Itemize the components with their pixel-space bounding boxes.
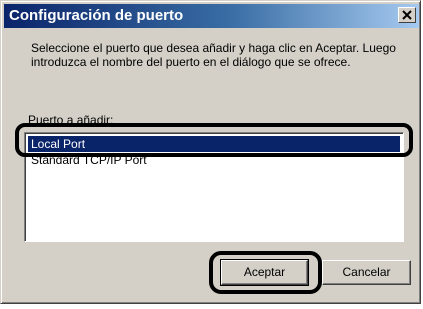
instructions-text: Seleccione el puerto que desea añadir y … [31, 41, 396, 69]
port-listbox[interactable]: Local Port Standard TCP/IP Port [24, 132, 404, 242]
close-icon [402, 10, 412, 20]
dialog-title: Configuración de puerto [9, 7, 184, 24]
port-configuration-dialog: Configuración de puerto Seleccione el pu… [0, 0, 421, 304]
title-bar[interactable]: Configuración de puerto [4, 4, 419, 28]
ok-button[interactable]: Aceptar [220, 259, 309, 286]
close-button[interactable] [398, 7, 416, 23]
list-item-local-port[interactable]: Local Port [28, 136, 400, 152]
cancel-button[interactable]: Cancelar [322, 260, 411, 285]
port-to-add-label: Puerto a añadir: [28, 113, 114, 127]
list-item-standard-tcpip-port[interactable]: Standard TCP/IP Port [28, 152, 400, 168]
